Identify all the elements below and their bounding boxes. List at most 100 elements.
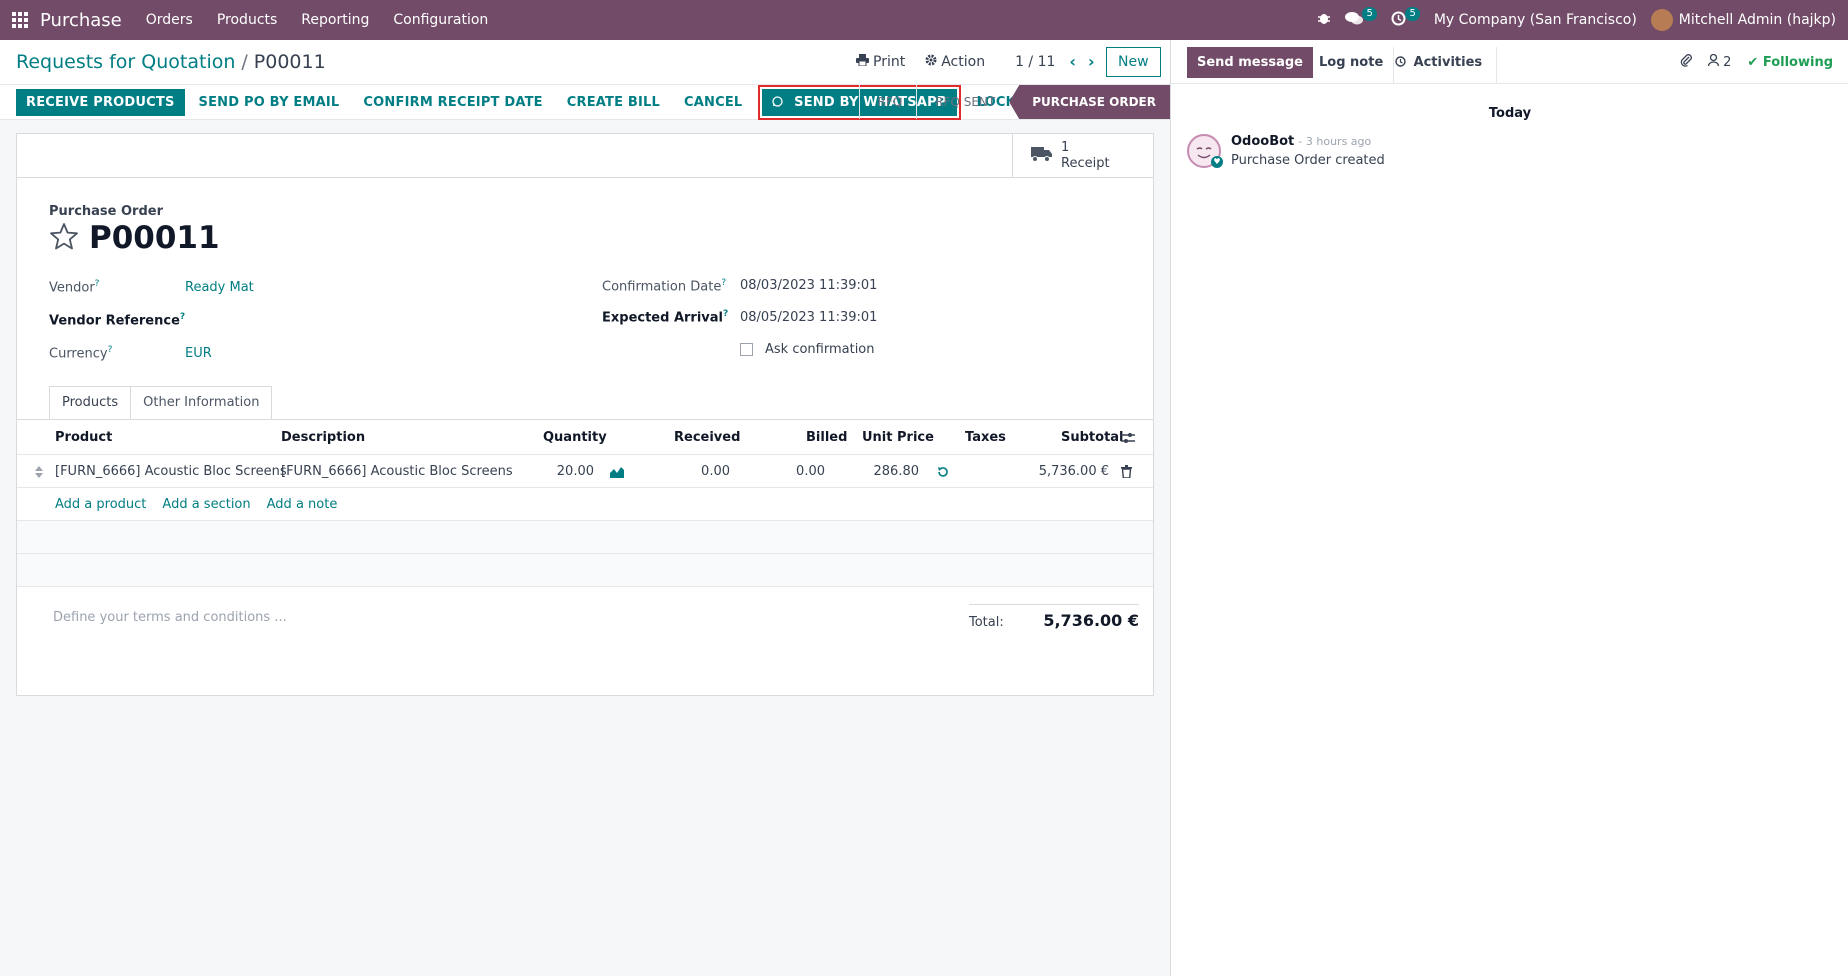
pager-next-icon[interactable]: › xyxy=(1088,52,1095,71)
apps-menu-icon[interactable] xyxy=(0,0,40,40)
trash-icon[interactable] xyxy=(1121,465,1132,482)
clock-icon xyxy=(1391,11,1406,30)
currency-field[interactable]: EUR xyxy=(185,346,212,361)
ask-confirmation-label: Ask confirmation xyxy=(765,342,875,357)
add-section-link[interactable]: Add a section xyxy=(162,497,250,512)
cell-billed[interactable]: 0.00 xyxy=(775,464,825,479)
tab-divider xyxy=(17,419,1153,420)
column-subtotal[interactable]: Subtotal xyxy=(1061,430,1124,445)
help-icon[interactable]: ? xyxy=(108,345,113,355)
forecast-chart-icon[interactable] xyxy=(610,466,624,482)
empty-row xyxy=(17,554,1153,586)
user-avatar xyxy=(1650,9,1673,31)
messages-systray[interactable]: 5 xyxy=(1344,7,1377,29)
receipt-smart-button[interactable]: 1 Receipt xyxy=(1012,134,1153,178)
new-button[interactable]: New xyxy=(1106,47,1161,77)
column-quantity[interactable]: Quantity xyxy=(543,430,607,445)
nav-reporting[interactable]: Reporting xyxy=(301,12,369,28)
stage-rfq-sent[interactable]: RFQ SENT xyxy=(916,85,1009,119)
status-bar: RECEIVE PRODUCTS SEND PO BY EMAIL CONFIR… xyxy=(0,84,1170,120)
cell-product[interactable]: [FURN_6666] Acoustic Bloc Screens xyxy=(55,464,287,479)
optional-columns-toggle-icon[interactable] xyxy=(1121,432,1135,448)
systray: 5 5 My Company (San Francisco) Mitchell … xyxy=(1317,0,1836,40)
vendor-reference-label-text: Vendor Reference xyxy=(49,313,180,329)
cell-quantity[interactable]: 20.00 xyxy=(544,464,594,479)
send-message-button[interactable]: Send message xyxy=(1187,47,1313,78)
chatter-message: ♥ OdooBot - 3 hours ago Purchase Order c… xyxy=(1187,134,1385,168)
top-navbar: Purchase Orders Products Reporting Confi… xyxy=(0,0,1848,40)
chatter-tools: 2 ✔ Following xyxy=(1680,53,1833,71)
price-history-icon[interactable] xyxy=(937,466,949,482)
help-icon[interactable]: ? xyxy=(95,279,100,289)
chat-bubbles-icon xyxy=(1344,11,1363,29)
pager-previous-icon[interactable]: ‹ xyxy=(1069,52,1076,71)
printer-icon xyxy=(856,53,869,70)
confirm-receipt-date-button[interactable]: CONFIRM RECEIPT DATE xyxy=(353,89,552,116)
receive-products-button[interactable]: RECEIVE PRODUCTS xyxy=(16,89,185,116)
cell-description[interactable]: [FURN_6666] Acoustic Bloc Screens xyxy=(281,464,513,479)
star-favorite-icon[interactable] xyxy=(49,222,79,254)
receipt-label: Receipt xyxy=(1061,156,1110,171)
chatter-topbar: Send message Log note Activities 2 ✔ Fol… xyxy=(1171,40,1848,84)
column-received[interactable]: Received xyxy=(674,430,740,445)
stage-purchase-order[interactable]: PURCHASE ORDER xyxy=(1009,85,1170,119)
cell-unit-price[interactable]: 286.80 xyxy=(869,464,920,479)
help-icon[interactable]: ? xyxy=(723,309,728,319)
create-bill-button[interactable]: CREATE BILL xyxy=(557,89,670,116)
print-label: Print xyxy=(873,53,906,70)
followers-button[interactable]: 2 xyxy=(1707,53,1731,70)
nav-products[interactable]: Products xyxy=(217,12,277,28)
tab-other-information[interactable]: Other Information xyxy=(130,386,273,419)
action-button[interactable]: Action xyxy=(925,54,985,70)
drag-handle-icon[interactable] xyxy=(35,466,43,482)
action-label: Action xyxy=(941,53,986,70)
debug-bug-icon[interactable] xyxy=(1317,11,1331,29)
column-product[interactable]: Product xyxy=(55,430,112,445)
activities-button[interactable]: Activities xyxy=(1381,47,1498,84)
paperclip-icon[interactable] xyxy=(1680,53,1692,71)
vendor-field[interactable]: Ready Mat xyxy=(185,280,254,295)
company-switcher[interactable]: My Company (San Francisco) xyxy=(1434,12,1637,28)
order-number: P00011 xyxy=(89,220,220,256)
breadcrumb-current: P00011 xyxy=(253,51,326,73)
terms-and-conditions-input[interactable]: Define your terms and conditions ... xyxy=(53,610,287,625)
activities-systray[interactable]: 5 xyxy=(1391,6,1420,30)
vendor-reference-input[interactable] xyxy=(185,312,565,330)
currency-label: Currency? xyxy=(49,345,112,361)
column-unit-price[interactable]: Unit Price xyxy=(862,430,934,445)
pager-value[interactable]: 1 / 11 xyxy=(1015,54,1055,70)
confirmation-date-field[interactable]: 08/03/2023 11:39:01 xyxy=(740,278,877,293)
message-author[interactable]: OdooBot xyxy=(1231,134,1294,149)
breadcrumb-rfq-link[interactable]: Requests for Quotation xyxy=(16,51,235,73)
date-separator: Today xyxy=(1488,106,1532,121)
tab-products[interactable]: Products xyxy=(49,386,132,419)
nav-orders[interactable]: Orders xyxy=(146,12,193,28)
nav-configuration[interactable]: Configuration xyxy=(393,12,488,28)
truck-icon xyxy=(1031,145,1053,167)
app-title[interactable]: Purchase xyxy=(40,10,122,31)
message-body: Purchase Order created xyxy=(1231,153,1385,168)
stage-rfq[interactable]: RFQ xyxy=(858,85,917,119)
column-taxes[interactable]: Taxes xyxy=(965,430,1006,445)
column-description[interactable]: Description xyxy=(281,430,365,445)
cancel-button[interactable]: CANCEL xyxy=(674,89,752,116)
add-line-links: Add a product Add a section Add a note xyxy=(55,497,337,512)
user-menu[interactable]: Mitchell Admin (hajkp) xyxy=(1650,9,1836,31)
cell-received[interactable]: 0.00 xyxy=(680,464,730,479)
order-total: Total: 5,736.00 € xyxy=(969,604,1139,630)
breadcrumb-separator: / xyxy=(241,51,248,73)
form-sheet: 1 Receipt Purchase Order P00011 Vendor? … xyxy=(16,133,1154,696)
receipt-count: 1 xyxy=(1061,140,1070,155)
add-product-link[interactable]: Add a product xyxy=(55,497,146,512)
cp-actions: Print Action 1 / 11 ‹ › xyxy=(856,52,1101,71)
user-name: Mitchell Admin (hajkp) xyxy=(1678,12,1836,28)
expected-arrival-field[interactable]: 08/05/2023 11:39:01 xyxy=(740,310,877,325)
ask-confirmation-checkbox[interactable] xyxy=(740,343,753,356)
print-button[interactable]: Print xyxy=(856,53,906,70)
following-button[interactable]: ✔ Following xyxy=(1747,55,1833,70)
column-billed[interactable]: Billed xyxy=(806,430,847,445)
send-po-email-button[interactable]: SEND PO BY EMAIL xyxy=(189,89,350,116)
odoobot-avatar[interactable]: ♥ xyxy=(1187,134,1223,168)
add-note-link[interactable]: Add a note xyxy=(267,497,338,512)
help-icon[interactable]: ? xyxy=(721,278,726,288)
